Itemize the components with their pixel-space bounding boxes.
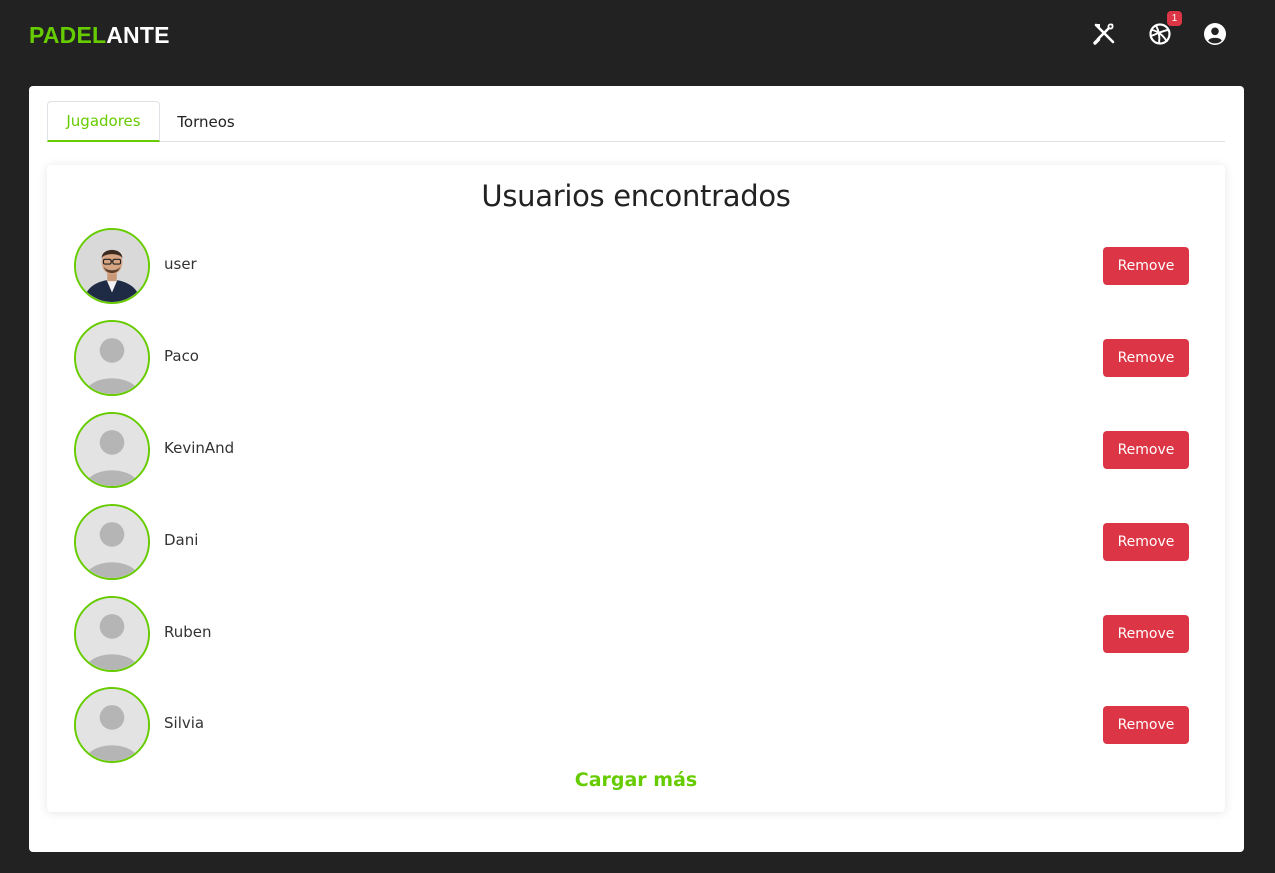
results-panel: Usuarios encontrados user Remove Paco Re… <box>47 165 1225 812</box>
list-item: Silvia Remove <box>47 687 1225 763</box>
user-circle-icon-graphic <box>1204 23 1226 45</box>
main-card: Jugadores Torneos Usuarios encontrados u… <box>29 86 1244 852</box>
load-more-link[interactable]: Cargar más <box>47 769 1225 791</box>
avatar[interactable] <box>74 687 150 763</box>
avatar[interactable] <box>74 412 150 488</box>
remove-button[interactable]: Remove <box>1103 523 1189 561</box>
tools-icon[interactable] <box>1091 21 1117 47</box>
avatar-photo <box>76 230 148 302</box>
user-name: Ruben <box>164 623 212 641</box>
avatar-placeholder-icon <box>76 414 148 486</box>
tab-jugadores[interactable]: Jugadores <box>47 101 160 142</box>
remove-button[interactable]: Remove <box>1103 339 1189 377</box>
remove-button[interactable]: Remove <box>1103 247 1189 285</box>
list-item: Dani Remove <box>47 504 1225 580</box>
results-title: Usuarios encontrados <box>481 179 791 213</box>
avatar[interactable] <box>74 320 150 396</box>
top-navbar: PADELANTE 1 <box>0 0 1275 70</box>
avatar-placeholder-icon <box>76 598 148 670</box>
remove-button[interactable]: Remove <box>1103 431 1189 469</box>
list-item: user Remove <box>47 228 1225 304</box>
remove-button[interactable]: Remove <box>1103 706 1189 744</box>
list-item: Ruben Remove <box>47 596 1225 672</box>
avatar[interactable] <box>74 596 150 672</box>
avatar[interactable] <box>74 504 150 580</box>
logo-part-1: PADEL <box>29 22 107 48</box>
avatar[interactable] <box>74 228 150 304</box>
user-name: Silvia <box>164 714 205 732</box>
remove-button[interactable]: Remove <box>1103 615 1189 653</box>
user-name: Paco <box>164 347 199 365</box>
tab-bar: Jugadores Torneos <box>47 101 1225 142</box>
tab-torneos[interactable]: Torneos <box>160 101 252 142</box>
user-name: Dani <box>164 531 199 549</box>
list-item: Paco Remove <box>47 320 1225 396</box>
logo-part-2: ANTE <box>106 22 170 48</box>
user-name: KevinAnd <box>164 439 235 457</box>
avatar-placeholder-icon <box>76 322 148 394</box>
notification-badge: 1 <box>1167 11 1182 26</box>
list-item: KevinAnd Remove <box>47 412 1225 488</box>
app-logo[interactable]: PADELANTE <box>29 22 170 49</box>
avatar-placeholder-icon <box>76 689 148 761</box>
tools-icon-graphic <box>1093 23 1115 45</box>
basketball-icon[interactable]: 1 <box>1147 11 1182 47</box>
user-circle-icon[interactable] <box>1202 21 1228 47</box>
user-name: user <box>164 255 197 273</box>
avatar-placeholder-icon <box>76 506 148 578</box>
